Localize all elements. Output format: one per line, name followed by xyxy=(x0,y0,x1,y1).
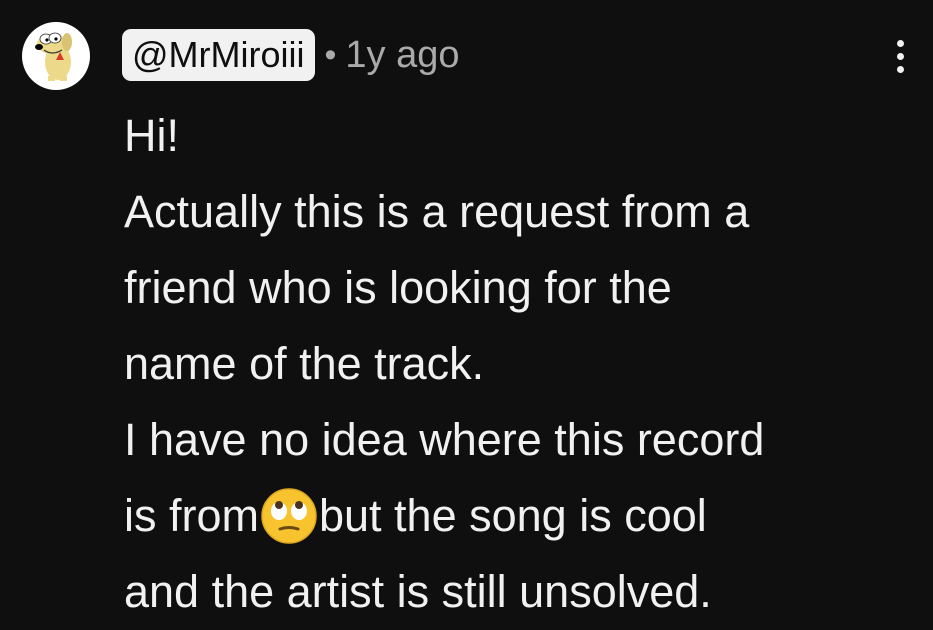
comment-line: I have no idea where this record xyxy=(124,414,765,465)
author-handle-link[interactable]: @MrMiroiii xyxy=(122,29,315,81)
comment-header: @MrMiroiii • 1y ago xyxy=(122,27,460,83)
comment-line-suffix: but the song is cool xyxy=(319,490,707,541)
comment-line: Hi! xyxy=(124,110,179,161)
more-vert-icon-dot xyxy=(896,52,904,60)
comment-thread-item: @MrMiroiii • 1y ago Hi! Actually this is… xyxy=(0,0,933,627)
header-separator: • xyxy=(324,35,337,74)
face-with-rolling-eyes-emoji-icon xyxy=(260,487,318,545)
comment-line: Actually this is a request from a xyxy=(124,186,750,237)
more-options-button[interactable] xyxy=(885,34,915,78)
avatar[interactable] xyxy=(22,22,90,90)
cartoon-dog-avatar-icon xyxy=(35,32,72,81)
comment-line: name of the track. xyxy=(124,338,485,389)
comment-line: and the artist is still unsolved. xyxy=(124,566,712,617)
more-vert-icon-dot xyxy=(896,65,904,73)
comment-line: friend who is looking for the xyxy=(124,262,672,313)
more-vert-icon-dot xyxy=(896,39,904,47)
comment-body: Hi! Actually this is a request from a fr… xyxy=(124,98,924,630)
comment-line-with-emoji: is from but the song is cool xyxy=(124,478,924,554)
comment-line-prefix: is from xyxy=(124,490,259,541)
comment-timestamp[interactable]: 1y ago xyxy=(345,34,459,77)
